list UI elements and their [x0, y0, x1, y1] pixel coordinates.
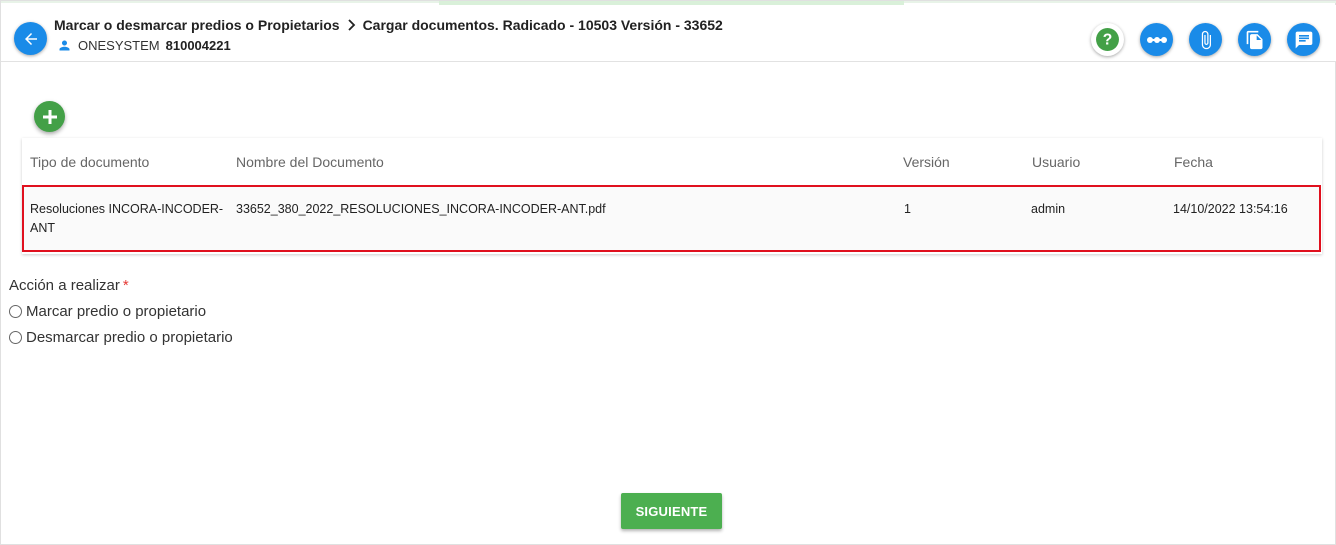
page-header: Marcar o desmarcar predios o Propietario…	[1, 5, 1336, 62]
dots-icon	[1146, 36, 1167, 43]
help-button[interactable]: ?	[1091, 23, 1124, 56]
question-icon: ?	[1096, 28, 1119, 51]
table-row[interactable]: Resoluciones INCORA-INCODER-ANT 33652_38…	[22, 185, 1321, 252]
app-window: Marcar o desmarcar predios o Propietario…	[0, 0, 1336, 545]
paperclip-icon	[1201, 30, 1211, 49]
radio-button[interactable]	[9, 304, 22, 318]
radio-label: Desmarcar predio o propietario	[26, 328, 233, 346]
cell-fecha: 14/10/2022 13:54:16	[1173, 202, 1288, 216]
documents-table: Tipo de documento Nombre del Documento V…	[22, 138, 1322, 254]
toolbar-actions: ?	[1, 23, 1336, 57]
cell-tipo: Resoluciones INCORA-INCODER-ANT	[30, 202, 224, 235]
action-label: Acción a realizar *	[9, 277, 129, 294]
plus-icon	[42, 109, 57, 124]
table-header: Tipo de documento Nombre del Documento V…	[22, 138, 1322, 185]
column-header[interactable]: Nombre del Documento	[236, 154, 384, 170]
action-label-text: Acción a realizar	[9, 277, 120, 294]
column-header[interactable]: Usuario	[1032, 154, 1080, 170]
column-header[interactable]: Versión	[903, 154, 950, 170]
documents-button[interactable]	[1238, 23, 1271, 56]
svg-text:?: ?	[1103, 32, 1113, 49]
flow-button[interactable]	[1140, 23, 1173, 56]
radio-label: Marcar predio o propietario	[26, 302, 207, 320]
column-header[interactable]: Fecha	[1174, 154, 1213, 170]
comment-icon	[1295, 31, 1312, 48]
column-header[interactable]: Tipo de documento	[30, 154, 149, 170]
next-button[interactable]: SIGUIENTE	[621, 493, 722, 529]
comments-button[interactable]	[1287, 23, 1320, 56]
add-document-button[interactable]	[34, 101, 65, 132]
cell-usuario: admin	[1031, 202, 1066, 216]
radio-desmarcar[interactable]: Desmarcar predio o propietario	[9, 327, 233, 347]
required-mark: *	[122, 277, 129, 294]
radio-button[interactable]	[9, 330, 22, 344]
attach-button[interactable]	[1189, 23, 1222, 56]
cell-version: 1	[904, 202, 911, 216]
cell-nombre: 33652_380_2022_RESOLUCIONES_INCORA-INCOD…	[236, 202, 606, 216]
radio-marcar[interactable]: Marcar predio o propietario	[9, 301, 206, 321]
copy-icon	[1246, 30, 1262, 49]
